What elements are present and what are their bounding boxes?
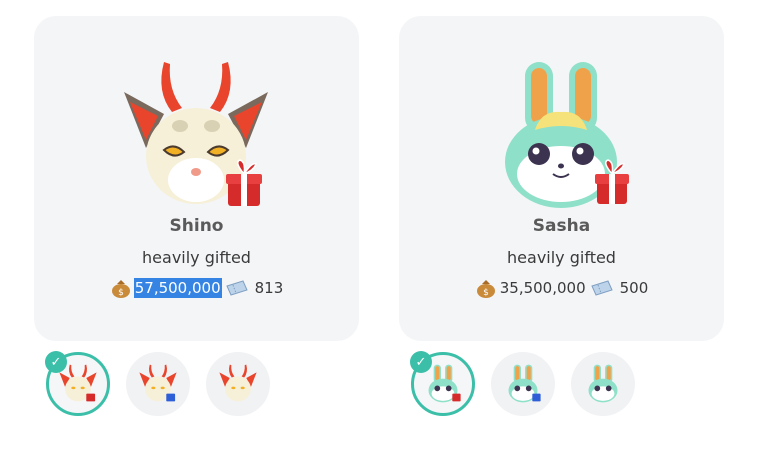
money-bag-icon: $: [111, 280, 130, 298]
shino-avatar: [124, 62, 268, 206]
sasha-thumbnail-icon: [508, 364, 541, 403]
shino-variant-selector: ✓: [45, 351, 270, 416]
bells-value[interactable]: 57,500,000: [133, 278, 222, 298]
villager-card-shino[interactable]: Shino heavily gifted $ 57,500,000 813: [34, 16, 359, 341]
variant-option-no-gift[interactable]: [571, 352, 635, 416]
variant-option-red-gift[interactable]: ✓: [45, 351, 110, 416]
villager-stats: $ 57,500,000 813: [34, 278, 359, 298]
variant-option-blue-gift[interactable]: [491, 352, 555, 416]
sasha-thumbnail-icon: [588, 364, 618, 403]
ticket-icon: [225, 280, 248, 296]
tickets-value: 813: [254, 279, 284, 297]
gift-status: heavily gifted: [142, 248, 251, 267]
shino-thumbnail-icon: [139, 364, 177, 402]
variant-option-red-gift[interactable]: ✓: [410, 351, 475, 416]
villager-name: Shino: [169, 216, 224, 236]
sasha-variant-selector: ✓: [410, 351, 635, 416]
variant-option-no-gift[interactable]: [206, 352, 270, 416]
villager-card-sasha[interactable]: Sasha heavily gifted $ 35,500,000 500: [399, 16, 724, 341]
shino-thumbnail-icon: [59, 364, 97, 402]
ticket-icon: [590, 280, 613, 296]
svg-text:$: $: [118, 288, 124, 298]
variant-option-blue-gift[interactable]: [126, 352, 190, 416]
gift-status: heavily gifted: [507, 248, 616, 267]
sasha-thumbnail-icon: [428, 364, 461, 403]
tickets-value: 500: [619, 279, 649, 297]
sasha-avatar: [505, 62, 629, 208]
money-bag-icon: $: [476, 280, 495, 298]
villager-stats: $ 35,500,000 500: [399, 278, 724, 298]
villager-name: Sasha: [532, 216, 591, 236]
svg-text:$: $: [483, 288, 489, 298]
bells-value[interactable]: 35,500,000: [499, 278, 587, 298]
shino-thumbnail-icon: [219, 364, 257, 402]
